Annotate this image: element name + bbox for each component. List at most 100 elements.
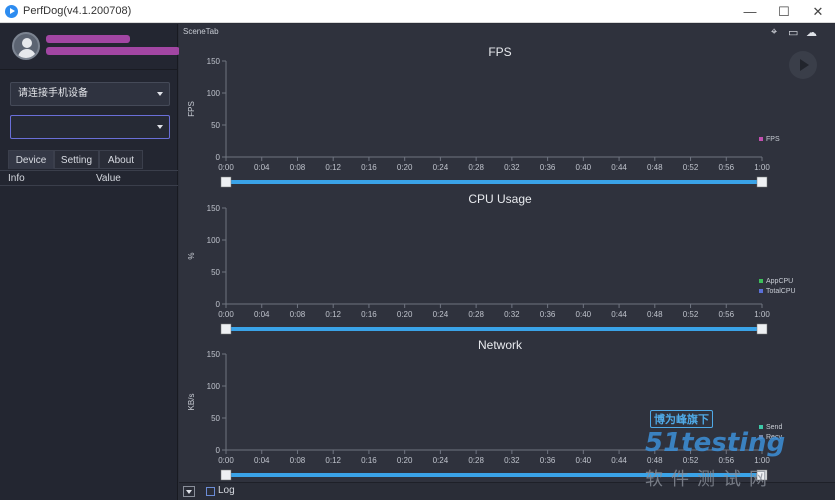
- x-tick-label: 0:08: [290, 163, 306, 172]
- perfdog-logo-icon: [5, 5, 18, 18]
- x-tick-label: 0:04: [254, 163, 270, 172]
- y-tick-label: 50: [211, 121, 220, 130]
- x-tick-label: 0:40: [576, 163, 592, 172]
- x-tick-label: 0:24: [433, 456, 449, 465]
- cloud-icon[interactable]: ☁: [806, 26, 817, 39]
- x-tick-label: 0:48: [647, 310, 663, 319]
- x-tick-label: 0:20: [397, 310, 413, 319]
- legend-swatch: [759, 279, 763, 283]
- y-tick-label: 100: [207, 382, 221, 391]
- app-select[interactable]: [10, 115, 170, 139]
- x-tick-label: 0:56: [718, 310, 734, 319]
- y-tick-label: 100: [207, 236, 221, 245]
- time-range-bar[interactable]: [224, 327, 764, 331]
- legend-label: FPS: [766, 136, 780, 143]
- range-handle-right[interactable]: [756, 176, 768, 188]
- y-tick-label: 150: [207, 350, 221, 359]
- x-tick-label: 0:48: [647, 163, 663, 172]
- y-tick-label: 0: [216, 300, 221, 309]
- tab-setting[interactable]: Setting: [54, 150, 99, 169]
- x-tick-label: 0:16: [361, 163, 377, 172]
- x-tick-label: 0:12: [325, 163, 341, 172]
- x-tick-label: 0:36: [540, 456, 556, 465]
- x-tick-label: 0:52: [683, 163, 699, 172]
- tab-device[interactable]: Device: [8, 150, 54, 169]
- maximize-button[interactable]: ☐: [767, 0, 801, 23]
- x-tick-label: 0:00: [218, 456, 234, 465]
- watermark-sub: 软件测试网: [645, 469, 775, 489]
- y-tick-label: 50: [211, 268, 220, 277]
- x-tick-label: 0:12: [325, 310, 341, 319]
- x-tick-label: 0:40: [576, 456, 592, 465]
- x-tick-label: 0:28: [468, 163, 484, 172]
- log-checkbox[interactable]: [206, 487, 215, 496]
- cpu-usage-chart: CPU Usage% 0 50 100 150 0:00 0:04 0:08 0:12 0:16 0…: [179, 191, 835, 336]
- column-value: Value: [96, 173, 121, 184]
- x-tick-label: 0:52: [683, 310, 699, 319]
- x-tick-label: 0:16: [361, 456, 377, 465]
- x-tick-label: 0:44: [611, 310, 627, 319]
- sidebar: 请连接手机设备 Device Setting About Info Value: [0, 24, 180, 500]
- watermark-brand: 51testing: [645, 428, 786, 458]
- chart-title: FPS: [488, 45, 511, 59]
- window-title: PerfDog(v4.1.200708): [23, 5, 132, 17]
- chevron-down-icon: [157, 125, 163, 129]
- scene-tab[interactable]: SceneTab: [183, 27, 219, 36]
- x-tick-label: 0:20: [397, 163, 413, 172]
- y-tick-label: 50: [211, 414, 220, 423]
- x-tick-label: 0:20: [397, 456, 413, 465]
- x-tick-label: 0:32: [504, 456, 520, 465]
- y-axis-label: %: [187, 252, 196, 259]
- avatar[interactable]: [12, 32, 40, 60]
- legend-swatch: [759, 289, 763, 293]
- x-tick-label: 0:56: [718, 163, 734, 172]
- y-tick-label: 150: [207, 57, 221, 66]
- y-axis-label: FPS: [187, 101, 196, 117]
- x-tick-label: 0:04: [254, 310, 270, 319]
- y-tick-label: 100: [207, 89, 221, 98]
- location-icon[interactable]: ⌖: [771, 26, 777, 39]
- folder-icon[interactable]: ▭: [788, 26, 798, 39]
- tab-about[interactable]: About: [99, 150, 143, 169]
- watermark-badge: 博为峰旗下: [650, 410, 713, 428]
- legend-label: TotalCPU: [766, 288, 796, 295]
- chart-title: CPU Usage: [468, 192, 532, 206]
- range-handle-left[interactable]: [220, 323, 232, 335]
- fps-chart: FPS FPS 0 50 100 150 0:00 0:04 0:08 0:12 0:16 0:20 0…: [179, 44, 835, 189]
- close-button[interactable]: ✕: [801, 0, 835, 23]
- range-handle-left[interactable]: [220, 469, 232, 481]
- x-tick-label: 1:00: [754, 310, 770, 319]
- x-tick-label: 1:00: [754, 163, 770, 172]
- x-tick-label: 0:44: [611, 163, 627, 172]
- chart-svg: CPU Usage% 0 50 100 150 0:00 0:04 0:08 0:12 0:16 0…: [187, 192, 796, 335]
- x-tick-label: 0:40: [576, 310, 592, 319]
- x-tick-label: 0:12: [325, 456, 341, 465]
- device-select[interactable]: 请连接手机设备: [10, 82, 170, 106]
- x-tick-label: 0:00: [218, 163, 234, 172]
- minimize-button[interactable]: —: [733, 0, 767, 23]
- x-tick-label: 0:36: [540, 310, 556, 319]
- x-tick-label: 0:44: [611, 456, 627, 465]
- x-tick-label: 0:16: [361, 310, 377, 319]
- y-tick-label: 150: [207, 204, 221, 213]
- range-handle-left[interactable]: [220, 176, 232, 188]
- device-select-value: 请连接手机设备: [18, 88, 88, 99]
- x-tick-label: 0:00: [218, 310, 234, 319]
- chart-title: Network: [478, 338, 523, 352]
- chart-svg: FPS FPS 0 50 100 150 0:00 0:04 0:08 0:12 0:16 0:20 0…: [187, 45, 780, 188]
- x-tick-label: 0:32: [504, 310, 520, 319]
- x-tick-label: 0:28: [468, 456, 484, 465]
- x-tick-label: 0:36: [540, 163, 556, 172]
- chevron-down-icon: [157, 92, 163, 96]
- y-tick-label: 0: [216, 446, 221, 455]
- range-handle-right[interactable]: [756, 323, 768, 335]
- x-tick-label: 0:24: [433, 163, 449, 172]
- x-tick-label: 0:08: [290, 310, 306, 319]
- expand-dropdown-button[interactable]: [183, 486, 195, 497]
- x-tick-label: 0:28: [468, 310, 484, 319]
- x-tick-label: 0:32: [504, 163, 520, 172]
- time-range-bar[interactable]: [224, 180, 764, 184]
- y-tick-label: 0: [216, 153, 221, 162]
- title-bar: PerfDog(v4.1.200708) — ☐ ✕: [0, 0, 835, 23]
- legend-label: AppCPU: [766, 278, 793, 285]
